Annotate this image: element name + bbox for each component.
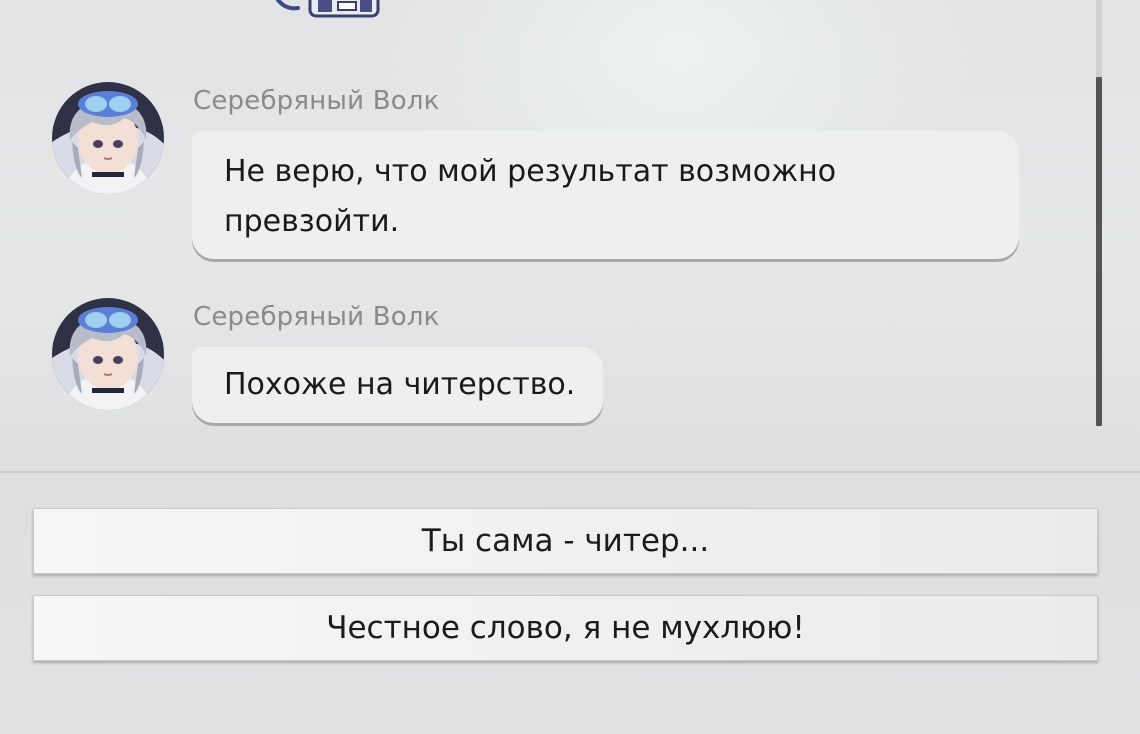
message-text-line: Не верю, что мой результат возможно: [224, 154, 837, 189]
sender-name: Серебряный Волк: [193, 86, 440, 116]
reply-option-label: Ты сама - читер...: [421, 523, 710, 559]
chat-message: Серебряный Волк Похоже на читерство.: [0, 298, 1080, 438]
reply-option-button[interactable]: Ты сама - читер...: [33, 508, 1098, 574]
message-bubble: Похоже на читерство.: [192, 347, 604, 423]
message-text-line: превзойти.: [224, 204, 400, 239]
sticker-image: [272, 0, 384, 18]
reply-option-label: Честное слово, я не мухлюю!: [326, 610, 805, 646]
scrollbar-thumb[interactable]: [1096, 77, 1102, 426]
message-text: Похоже на читерство.: [224, 367, 576, 402]
chat-message: Серебряный Волк Не верю, что мой результ…: [0, 82, 1080, 282]
silver-wolf-avatar-icon[interactable]: [52, 82, 164, 194]
reply-option-button[interactable]: Честное слово, я не мухлюю!: [33, 595, 1098, 661]
message-bubble: Не верю, что мой результат возможно прев…: [192, 131, 1019, 259]
silver-wolf-avatar-icon[interactable]: [52, 298, 164, 410]
chat-log[interactable]: Серебряный Волк Не верю, что мой результ…: [0, 0, 1140, 472]
sender-name: Серебряный Волк: [193, 302, 440, 332]
divider: [0, 471, 1140, 473]
